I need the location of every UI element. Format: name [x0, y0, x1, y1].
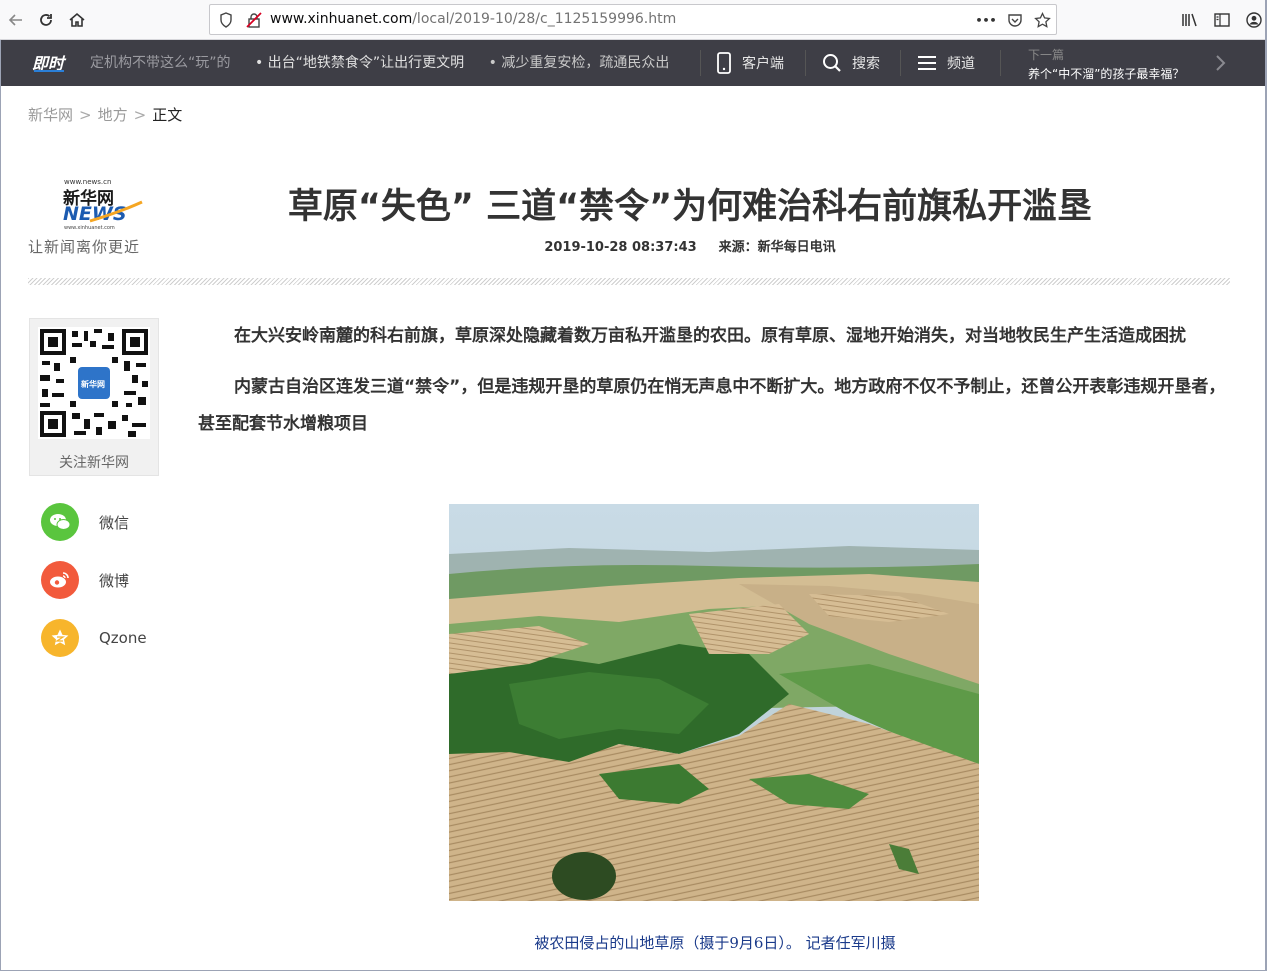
- article-headline: 草原“失色” 三道“禁令”为何难治科右前旗私开滥垦: [287, 187, 1093, 227]
- svg-text:www.xinhuanet.com: www.xinhuanet.com: [64, 225, 115, 231]
- menu-icon: [918, 56, 936, 70]
- breadcrumb-current: 正文: [152, 106, 183, 124]
- qr-label: 关注新华网: [59, 455, 129, 471]
- breadcrumb: 新华网 > 地方 > 正文: [28, 104, 182, 125]
- ticker-item[interactable]: 定机构不带这么“玩”的: [90, 40, 231, 86]
- insecure-lock-icon[interactable]: [245, 11, 263, 29]
- xinhua-logo[interactable]: www.news.cn 新华网 NEWS www.xinhuanet.com 让…: [28, 178, 164, 260]
- jishi-logo[interactable]: 即时: [30, 52, 68, 74]
- share-qzone-label: Qzone: [99, 629, 147, 647]
- chevron-right-icon[interactable]: [1210, 51, 1232, 75]
- shield-icon[interactable]: [217, 11, 235, 29]
- divider: [805, 50, 806, 76]
- publish-datetime: 2019-10-28 08:37:43: [544, 240, 697, 255]
- ticker-item[interactable]: • 减少重复安检，疏通民众出行: [489, 40, 670, 86]
- divider: [700, 50, 701, 76]
- client-button[interactable]: 客户端: [716, 40, 784, 86]
- library-icon[interactable]: [1178, 8, 1202, 32]
- news-ticker: 定机构不带这么“玩”的 • 出台“地铁禁食令”让出行更文明 • 减少重复安检，疏…: [90, 40, 670, 86]
- search-label: 搜索: [852, 56, 880, 72]
- back-arrow-icon[interactable]: [4, 8, 28, 32]
- breadcrumb-separator: >: [133, 106, 147, 124]
- logo-slogan: 让新闻离你更近: [28, 238, 141, 256]
- ticker-item[interactable]: • 出台“地铁禁食令”让出行更文明: [255, 40, 464, 86]
- divider: [900, 50, 901, 76]
- breadcrumb-separator: >: [79, 106, 92, 124]
- share-weibo-label: 微博: [99, 571, 130, 590]
- qzone-star-icon: [41, 619, 79, 657]
- article-meta: 2019-10-28 08:37:43 来源：新华每日电讯: [200, 236, 1180, 255]
- site-topbar: 即时 定机构不带这么“玩”的 • 出台“地铁禁食令”让出行更文明 • 减少重复安…: [0, 40, 1267, 86]
- article-body: 在大兴安岭南麓的科右前旗，草原深处隐藏着数万亩私开滥垦的农田。原有草原、湿地开始…: [198, 318, 1230, 457]
- article-photo: [449, 504, 979, 901]
- bookmark-star-icon[interactable]: [1033, 11, 1051, 29]
- account-icon[interactable]: [1242, 8, 1266, 32]
- page-actions-icon[interactable]: •••: [975, 11, 997, 29]
- sidebar-icon[interactable]: [1210, 8, 1234, 32]
- address-bar[interactable]: www.xinhuanet.com/local/2019-10/28/c_112…: [209, 4, 1057, 35]
- next-article-label: 下一篇: [1028, 48, 1065, 62]
- home-icon[interactable]: [65, 8, 89, 32]
- divider: [1000, 50, 1001, 76]
- breadcrumb-home[interactable]: 新华网: [28, 106, 73, 124]
- pocket-icon[interactable]: [1006, 11, 1024, 29]
- header-divider: [28, 278, 1230, 285]
- photo-caption: 被农田侵占的山地草原（摄于9月6日）。 记者任军川摄: [534, 934, 896, 952]
- weibo-icon: [41, 561, 79, 599]
- search-button[interactable]: 搜索: [822, 40, 880, 86]
- share-qzone-button[interactable]: Qzone: [41, 618, 171, 658]
- xinhua-news-logo-icon: www.news.cn 新华网 NEWS www.xinhuanet.com: [63, 178, 143, 231]
- reload-icon[interactable]: [34, 8, 58, 32]
- share-wechat-button[interactable]: 微信: [41, 502, 171, 542]
- url-text[interactable]: www.xinhuanet.com/local/2019-10/28/c_112…: [270, 11, 676, 27]
- share-weibo-button[interactable]: 微博: [41, 560, 171, 600]
- wechat-icon: [41, 503, 79, 541]
- qr-code-icon: 新华网: [38, 327, 150, 439]
- article-paragraph: 在大兴安岭南麓的科右前旗，草原深处隐藏着数万亩私开滥垦的农田。原有草原、湿地开始…: [234, 326, 1186, 346]
- article-source: 来源：新华每日电讯: [718, 240, 836, 255]
- svg-text:www.news.cn: www.news.cn: [64, 178, 111, 186]
- svg-text:新华网: 新华网: [81, 379, 105, 389]
- next-article-link[interactable]: 养个“中不溜”的孩子最幸福？: [1028, 65, 1184, 82]
- share-wechat-label: 微信: [99, 513, 130, 532]
- browser-toolbar: www.xinhuanet.com/local/2019-10/28/c_112…: [0, 0, 1267, 40]
- channel-label: 频道: [947, 56, 975, 72]
- qr-follow-box: 新华网 关注新华网: [29, 318, 159, 476]
- svg-text:NEWS: NEWS: [63, 203, 127, 225]
- phone-icon: [717, 52, 731, 74]
- breadcrumb-section[interactable]: 地方: [98, 106, 128, 124]
- channel-button[interactable]: 频道: [917, 40, 975, 86]
- search-icon: [823, 54, 841, 72]
- client-label: 客户端: [742, 56, 784, 72]
- window-border: [0, 40, 1, 971]
- article-paragraph: 内蒙古自治区连发三道“禁令”，但是违规开垦的草原仍在悄无声息中不断扩大。地方政府…: [198, 377, 1226, 434]
